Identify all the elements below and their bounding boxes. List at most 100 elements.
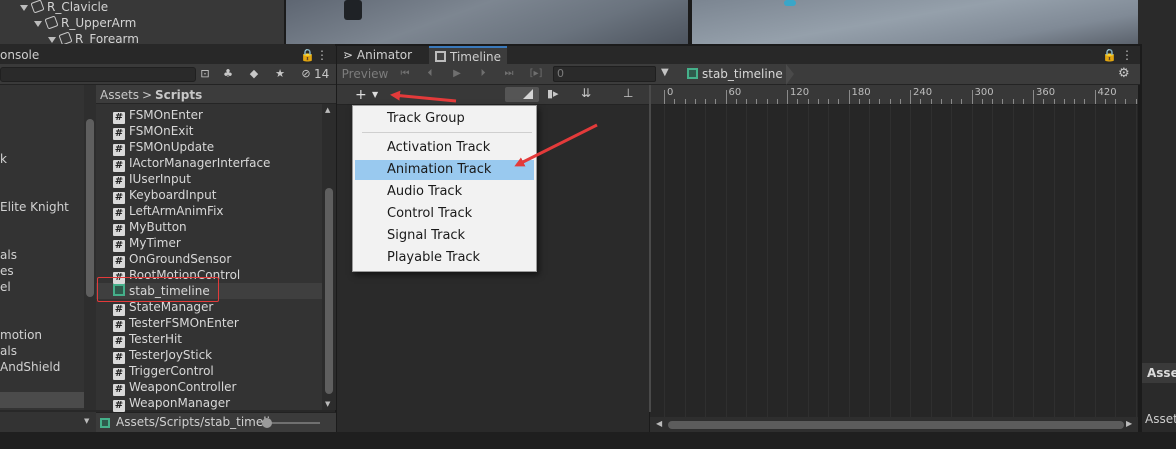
lock-icon[interactable]: 🔒 <box>300 48 315 62</box>
snap-icon[interactable]: ▮▸ <box>547 87 559 100</box>
ruler-minor-tick <box>828 99 829 104</box>
menu-item-control-track[interactable]: Control Track <box>355 204 534 224</box>
search-input[interactable] <box>0 67 196 82</box>
menu-item-playable-track[interactable]: Playable Track <box>355 248 534 268</box>
folder-item[interactable]: als <box>0 343 17 359</box>
play-range-icon[interactable]: [▸] <box>526 66 546 82</box>
timeline-grid-line <box>807 105 809 417</box>
expand-icon[interactable] <box>34 20 42 27</box>
search-by-type-icon[interactable]: ⊡ <box>197 66 213 82</box>
timeline-grid-line <box>725 105 727 417</box>
go-to-end-icon[interactable]: ⏭ <box>500 66 518 82</box>
expand-icon[interactable] <box>20 4 28 11</box>
folder-item[interactable]: AndShield <box>0 359 60 375</box>
tab-animator[interactable]: ⋗ Animator <box>337 46 418 64</box>
ripple-icon[interactable]: ⇊ <box>581 86 591 100</box>
file-item[interactable]: # OnGroundSensor <box>113 251 231 268</box>
icon-size-slider-knob[interactable] <box>262 418 272 428</box>
hierarchy-row[interactable]: R_Forearm <box>48 31 139 44</box>
timeline-track-area[interactable] <box>650 85 1138 432</box>
hierarchy-row[interactable]: R_Clavicle <box>20 0 108 15</box>
menu-separator <box>362 132 532 133</box>
file-item[interactable]: # FSMOnUpdate <box>113 139 214 156</box>
breadcrumb-scripts[interactable]: Scripts <box>155 88 202 102</box>
ruler-minor-tick <box>838 99 840 104</box>
breadcrumb-assets[interactable]: Assets <box>100 88 139 102</box>
file-item[interactable]: # TesterFSMOnEnter <box>113 315 239 332</box>
ruler-major-tick <box>971 90 973 104</box>
file-item[interactable]: # MyTimer <box>113 235 181 252</box>
folder-item-selected[interactable] <box>0 392 84 408</box>
character-figure <box>784 0 796 6</box>
folder-scrollbar-thumb[interactable] <box>86 119 94 297</box>
more-menu-icon[interactable]: ⋮ <box>1121 48 1133 62</box>
lock-icon[interactable]: 🔒 <box>1102 48 1117 62</box>
menu-item-animation-track[interactable]: Animation Track <box>355 160 534 180</box>
scene-view[interactable] <box>284 0 688 44</box>
scroll-up-icon[interactable]: ▲ <box>325 106 330 114</box>
timeline-tab-bar: ⋗ Animator Timeline 🔒 ⋮ <box>337 46 1140 64</box>
go-to-start-icon[interactable]: ⏮ <box>396 66 414 82</box>
time-start-marker <box>649 85 651 412</box>
game-view[interactable] <box>690 0 1138 44</box>
menu-item-signal-track[interactable]: Signal Track <box>355 226 534 246</box>
scroll-left-icon[interactable]: ◀ <box>656 419 662 428</box>
file-item[interactable]: # FSMOnExit <box>113 123 193 140</box>
ruler-minor-tick <box>1002 99 1004 104</box>
timeline-hscrollbar-thumb[interactable] <box>668 421 1124 429</box>
file-item[interactable]: # IUserInput <box>113 171 191 188</box>
play-icon[interactable]: ▶ <box>448 66 466 82</box>
timeline-dropdown-icon[interactable]: ▼ <box>661 67 669 78</box>
menu-item-track-group[interactable]: Track Group <box>355 109 534 129</box>
folder-item[interactable]: es <box>0 263 14 279</box>
tab-timeline[interactable]: Timeline <box>429 46 508 64</box>
pin-icon[interactable]: ⊥ <box>623 86 633 100</box>
more-menu-icon[interactable]: ⋮ <box>316 48 328 62</box>
next-frame-icon[interactable]: ⏵ <box>474 66 492 82</box>
folder-item[interactable]: Elite Knight <box>0 199 69 215</box>
hierarchy-row[interactable]: R_UpperArm <box>34 15 136 31</box>
favorite-icon[interactable]: ★ <box>272 66 288 82</box>
previous-frame-icon[interactable]: ⏴ <box>421 66 439 82</box>
file-item-label: MyTimer <box>129 236 181 250</box>
folder-item[interactable]: als <box>0 247 17 263</box>
menu-item-activation-track[interactable]: Activation Track <box>355 138 534 158</box>
timeline-grid-line <box>1053 105 1055 417</box>
file-item[interactable]: # IActorManagerInterface <box>113 155 271 172</box>
file-item[interactable]: # TesterJoyStick <box>113 347 212 364</box>
folder-tree: k Elite Knight als es el motion als AndS… <box>0 85 84 410</box>
filter-icon[interactable]: ♣ <box>220 66 236 82</box>
clip-edit-mode-button[interactable] <box>505 87 539 102</box>
file-item[interactable]: # LeftArmAnimFix <box>113 203 224 220</box>
file-item[interactable]: # FSMOnEnter <box>113 107 203 124</box>
file-item[interactable]: # KeyboardInput <box>113 187 216 204</box>
menu-item-audio-track[interactable]: Audio Track <box>355 182 534 202</box>
scroll-down-icon[interactable]: ▼ <box>325 400 330 408</box>
add-track-button[interactable]: + ▼ <box>352 86 386 104</box>
file-item[interactable]: # TesterHit <box>113 331 182 348</box>
file-scrollbar-thumb[interactable] <box>325 188 333 394</box>
scroll-right-icon[interactable]: ▶ <box>1126 419 1132 428</box>
timeline-asset-breadcrumb[interactable]: stab_timeline <box>687 64 783 85</box>
folder-item[interactable]: el <box>0 279 11 295</box>
label-icon[interactable]: ◆ <box>246 66 262 82</box>
file-item[interactable]: # WeaponManager <box>113 395 230 412</box>
ruler-minor-tick <box>889 99 891 104</box>
folder-item[interactable]: k <box>0 151 7 167</box>
scroll-down-icon[interactable]: ▼ <box>84 417 89 425</box>
console-tab[interactable]: onsole <box>0 48 39 62</box>
folder-item[interactable]: motion <box>0 327 42 343</box>
timeline-grid-line <box>848 105 850 417</box>
character-figure <box>344 0 362 20</box>
file-item[interactable]: # WeaponController <box>113 379 237 396</box>
hidden-packages-icon[interactable]: ⊘ <box>298 66 314 82</box>
settings-gear-icon[interactable]: ⚙ <box>1118 66 1130 81</box>
file-item[interactable]: # TriggerControl <box>113 363 214 380</box>
preview-toggle[interactable]: Preview <box>341 66 389 82</box>
file-item[interactable]: # MyButton <box>113 219 187 236</box>
frame-field[interactable]: 0 <box>553 66 656 82</box>
file-item-label: IActorManagerInterface <box>129 156 271 170</box>
expand-icon[interactable] <box>48 36 56 43</box>
time-ruler[interactable]: 0 60 120 180 240 300 360 420 <box>650 85 1138 105</box>
timeline-grid-line <box>787 105 788 417</box>
